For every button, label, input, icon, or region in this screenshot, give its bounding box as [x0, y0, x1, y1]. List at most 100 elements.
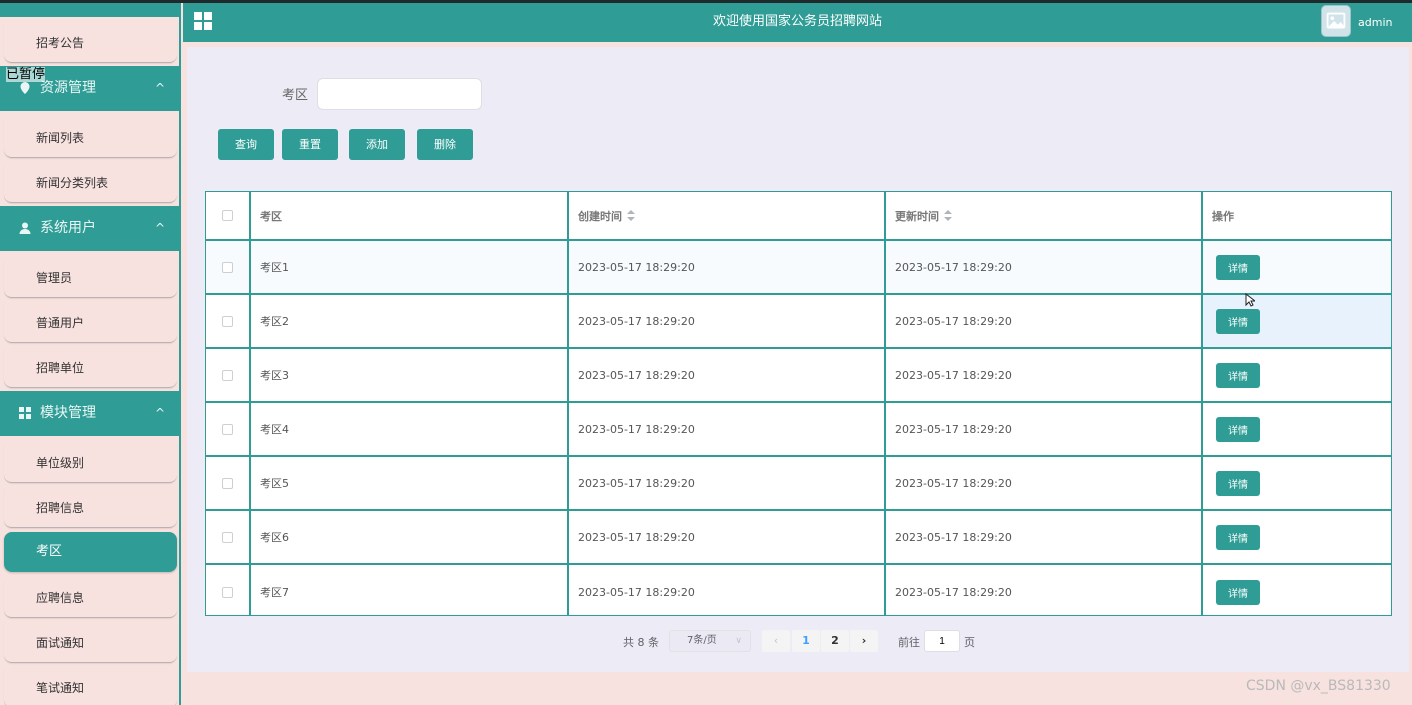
sidebar-item-recruiters[interactable]: 招聘单位: [4, 348, 177, 388]
table-row: 考区7 2023-05-17 18:29:20 2023-05-17 18:29…: [206, 565, 1391, 615]
chevron-up-icon: ^: [154, 406, 165, 420]
cell-actions: 详情: [1203, 565, 1391, 615]
delete-button[interactable]: 删除: [417, 129, 473, 160]
cell-exam-area: 考区4: [251, 403, 569, 455]
header-updated-time[interactable]: 更新时间: [886, 192, 1203, 239]
cell-created-time: 2023-05-17 18:29:20: [569, 457, 886, 509]
sidebar-group-label: 系统用户: [40, 220, 96, 236]
row-checkbox[interactable]: [222, 477, 233, 489]
cell-updated-time: 2023-05-17 18:29:20: [886, 349, 1203, 401]
sidebar-item-applications[interactable]: 应聘信息: [4, 578, 177, 618]
detail-button[interactable]: 详情: [1216, 254, 1260, 280]
avatar[interactable]: [1321, 5, 1351, 37]
table-row: 考区6 2023-05-17 18:29:20 2023-05-17 18:29…: [206, 511, 1391, 565]
cell-updated-time: 2023-05-17 18:29:20: [886, 565, 1203, 615]
column-header: 创建时间: [578, 209, 622, 223]
query-button[interactable]: 查询: [218, 129, 274, 160]
sidebar-group-label: 资源管理: [40, 80, 96, 96]
row-checkbox[interactable]: [222, 369, 233, 381]
table-row: 考区4 2023-05-17 18:29:20 2023-05-17 18:29…: [206, 403, 1391, 457]
row-checkbox[interactable]: [222, 315, 233, 327]
sidebar-group-modules[interactable]: 模块管理 ^: [0, 391, 179, 436]
detail-button[interactable]: 详情: [1216, 470, 1260, 496]
row-checkbox[interactable]: [222, 423, 233, 435]
exam-area-search-input[interactable]: [317, 78, 482, 110]
row-select-cell: [206, 511, 251, 563]
chevron-up-icon: ^: [154, 81, 165, 95]
sort-icon[interactable]: [627, 209, 635, 222]
mouse-cursor-icon: [1245, 293, 1255, 307]
cell-actions: 详情: [1203, 295, 1391, 347]
page-number[interactable]: 1: [792, 630, 820, 652]
select-all-checkbox[interactable]: [222, 210, 233, 221]
cell-created-time: 2023-05-17 18:29:20: [569, 565, 886, 615]
header-actions: 操作: [1203, 192, 1391, 239]
cell-actions: 详情: [1203, 349, 1391, 401]
image-placeholder-icon: [1326, 12, 1346, 29]
select-all-cell: [206, 192, 251, 239]
cell-exam-area: 考区6: [251, 511, 569, 563]
table-row: 考区3 2023-05-17 18:29:20 2023-05-17 18:29…: [206, 349, 1391, 403]
username[interactable]: admin: [1358, 3, 1392, 43]
paused-overlay-text: 已暂停: [6, 67, 46, 82]
sidebar-item-recruitment-info[interactable]: 招聘信息: [4, 488, 177, 528]
cell-updated-time: 2023-05-17 18:29:20: [886, 403, 1203, 455]
reset-button[interactable]: 重置: [282, 129, 338, 160]
page-number[interactable]: 2: [821, 630, 849, 652]
search-label: 考区: [282, 88, 309, 103]
cell-updated-time: 2023-05-17 18:29:20: [886, 511, 1203, 563]
pagination-total: 共 8 条: [623, 636, 659, 649]
page-jump-input[interactable]: [924, 630, 960, 652]
sidebar-group-label: 模块管理: [40, 405, 96, 421]
cell-exam-area: 考区5: [251, 457, 569, 509]
row-select-cell: [206, 241, 251, 293]
sidebar-item-normal-users[interactable]: 普通用户: [4, 303, 177, 343]
sidebar-top-stripe: [0, 3, 179, 17]
sidebar: 招考公告 资源管理 ^ 新闻列表 新闻分类列表 系统用户 ^ 管理员 普通用户 …: [0, 3, 181, 705]
user-icon: [19, 222, 31, 234]
row-checkbox[interactable]: [222, 586, 233, 598]
sidebar-item-admin[interactable]: 管理员: [4, 258, 177, 298]
add-button[interactable]: 添加: [349, 129, 405, 160]
next-page-button[interactable]: ›: [850, 630, 878, 652]
header-created-time[interactable]: 创建时间: [569, 192, 886, 239]
chevron-down-icon: ∨: [735, 636, 742, 646]
sidebar-item-interview-notice[interactable]: 面试通知: [4, 623, 177, 663]
cell-created-time: 2023-05-17 18:29:20: [569, 241, 886, 293]
sidebar-group-system-users[interactable]: 系统用户 ^: [0, 206, 179, 251]
detail-button[interactable]: 详情: [1216, 579, 1260, 605]
row-checkbox[interactable]: [222, 531, 233, 543]
grid-icon: [19, 407, 31, 419]
header-exam-area: 考区: [251, 192, 569, 239]
top-header: 欢迎使用国家公务员招聘网站 admin: [183, 3, 1412, 42]
sidebar-item-unit-level[interactable]: 单位级别: [4, 443, 177, 483]
row-select-cell: [206, 403, 251, 455]
sidebar-item-news-list[interactable]: 新闻列表: [4, 118, 177, 158]
table-row: 考区5 2023-05-17 18:29:20 2023-05-17 18:29…: [206, 457, 1391, 511]
detail-button[interactable]: 详情: [1216, 416, 1260, 442]
cell-actions: 详情: [1203, 511, 1391, 563]
sidebar-item-news-category[interactable]: 新闻分类列表: [4, 163, 177, 203]
cell-updated-time: 2023-05-17 18:29:20: [886, 457, 1203, 509]
exam-area-table: 考区 创建时间 更新时间 操作 考区1 2023-05-17 18:29:20 …: [205, 191, 1392, 616]
sidebar-item-exam-area[interactable]: 考区: [4, 532, 177, 572]
column-header: 操作: [1212, 209, 1234, 223]
sidebar-item-written-exam-notice[interactable]: 笔试通知: [4, 668, 177, 705]
prev-page-button[interactable]: ‹: [762, 630, 790, 652]
page-size-select[interactable]: 7条/页 ∨: [669, 630, 751, 652]
main-content: 考区 查询 重置 添加 删除 考区 创建时间 更新时间 操作 考区1 2023-…: [187, 47, 1409, 672]
pagination: 共 8 条 7条/页 ∨ ‹ 1 2 › 前往 页: [187, 629, 1409, 653]
detail-button[interactable]: 详情: [1216, 362, 1260, 388]
cell-actions: 详情: [1203, 241, 1391, 293]
cell-created-time: 2023-05-17 18:29:20: [569, 295, 886, 347]
sort-icon[interactable]: [944, 209, 952, 222]
goto-suffix: 页: [964, 636, 975, 649]
detail-button[interactable]: 详情: [1216, 524, 1260, 550]
table-row: 考区1 2023-05-17 18:29:20 2023-05-17 18:29…: [206, 241, 1391, 295]
sidebar-item-announcement[interactable]: 招考公告: [4, 23, 177, 63]
detail-button[interactable]: 详情: [1216, 308, 1260, 334]
cell-exam-area: 考区3: [251, 349, 569, 401]
column-header: 考区: [260, 209, 282, 223]
row-checkbox[interactable]: [222, 261, 233, 273]
cell-created-time: 2023-05-17 18:29:20: [569, 403, 886, 455]
